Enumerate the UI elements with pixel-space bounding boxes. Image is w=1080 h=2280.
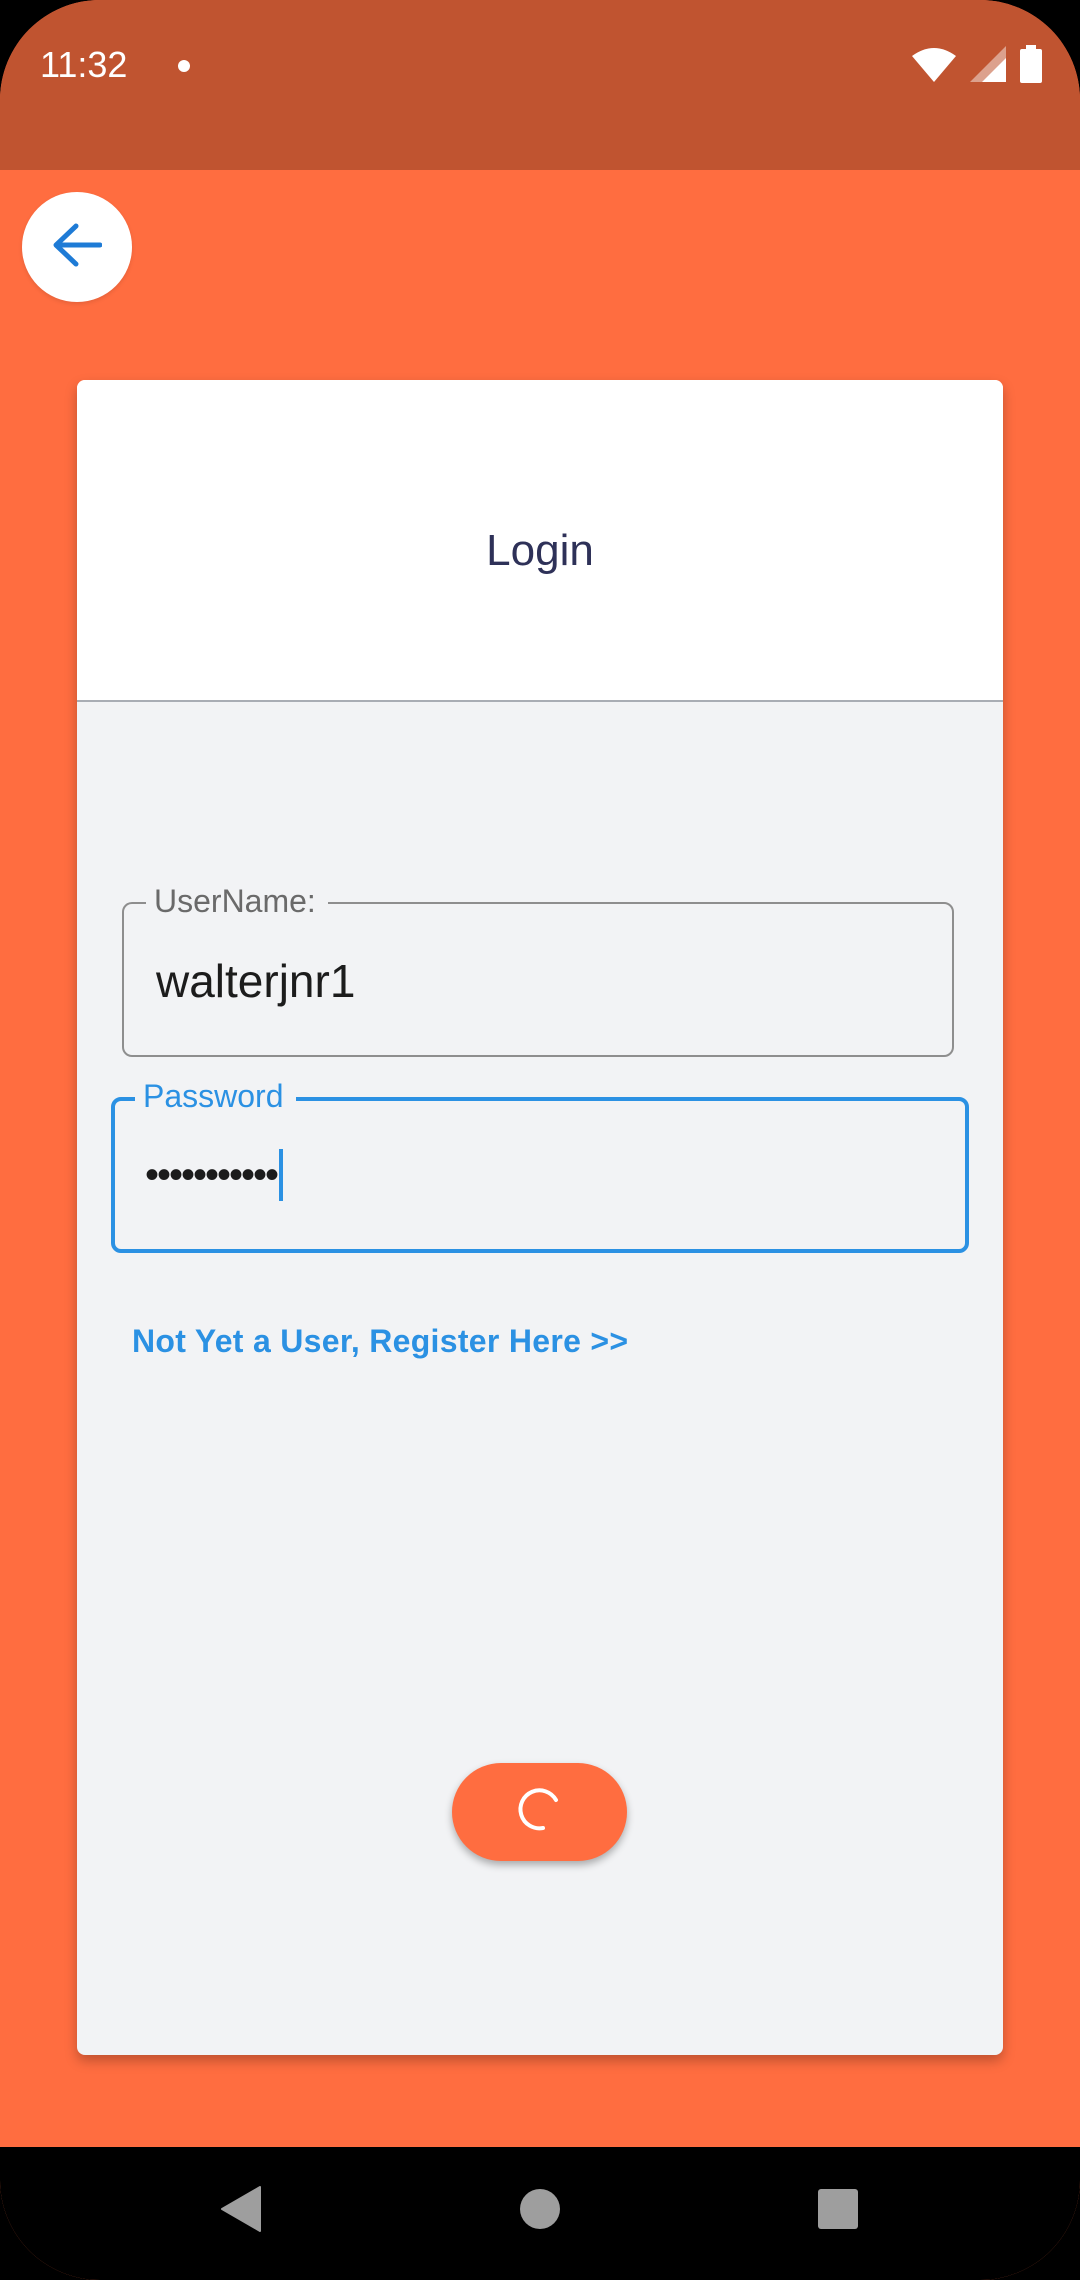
password-field[interactable]: Password •••••••••••	[111, 1077, 969, 1253]
text-caret	[279, 1149, 284, 1201]
wifi-icon	[912, 46, 956, 87]
battery-icon	[1020, 44, 1042, 88]
status-time: 11:32	[40, 44, 128, 85]
page-title: Login	[486, 526, 594, 575]
username-input[interactable]: walterjnr1	[156, 954, 355, 1008]
username-field[interactable]: UserName: walterjnr1	[122, 882, 954, 1057]
register-link[interactable]: Not Yet a User, Register Here >>	[132, 1323, 628, 1360]
navigation-bar	[0, 2147, 1080, 2280]
password-masked-value: •••••••••••	[145, 1152, 279, 1197]
home-circle-icon	[519, 2188, 561, 2235]
recents-square-icon	[817, 2188, 859, 2235]
status-bar: 11:32	[0, 0, 1080, 170]
phone-screen: 11:32 Login UserName: walterjnr1 Passwor…	[0, 0, 1080, 2280]
notification-dot-icon	[178, 60, 190, 72]
cell-signal-icon	[970, 45, 1006, 87]
arrow-left-icon	[52, 222, 103, 273]
card-header: Login	[77, 380, 1003, 702]
password-input[interactable]: •••••••••••	[145, 1147, 284, 1203]
status-icons	[912, 44, 1042, 88]
nav-home-button[interactable]	[510, 2181, 570, 2241]
back-button[interactable]	[22, 192, 132, 302]
password-label: Password	[135, 1077, 296, 1115]
login-card: Login UserName: walterjnr1 Password ••••…	[77, 380, 1003, 2055]
username-label: UserName:	[146, 882, 328, 920]
loading-spinner-icon	[516, 1786, 564, 1839]
submit-button[interactable]	[452, 1763, 627, 1861]
nav-recents-button[interactable]	[808, 2181, 868, 2241]
nav-back-button[interactable]	[212, 2181, 272, 2241]
back-triangle-icon	[220, 2185, 264, 2238]
